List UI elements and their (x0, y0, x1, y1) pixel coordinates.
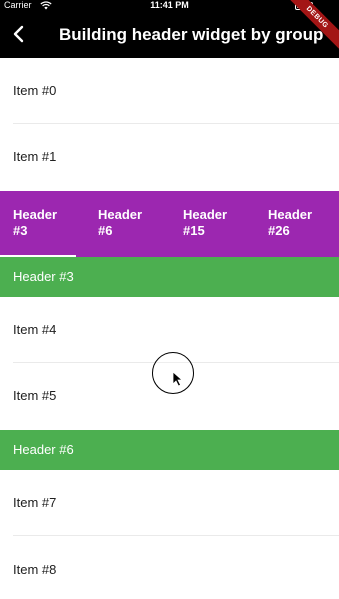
page-title: Building header widget by group (59, 25, 324, 44)
tab-label: Header #26 (268, 207, 313, 238)
tab-header-26[interactable]: Header #26 (255, 191, 333, 257)
list-item[interactable]: Item #7 (0, 470, 339, 536)
divider (13, 535, 339, 536)
list-item-label: Item #0 (13, 83, 57, 98)
debug-banner-container: DEBUG (289, 0, 339, 50)
list-item-label: Item #5 (13, 388, 57, 403)
list-item-label: Item #7 (13, 495, 57, 510)
list-item[interactable]: Item #8 (0, 537, 339, 599)
debug-banner: DEBUG (289, 0, 339, 50)
group-header-label: Header #6 (13, 442, 74, 457)
tab-header-6[interactable]: Header #6 (85, 191, 163, 257)
tab-header-15[interactable]: Header #15 (170, 191, 248, 257)
group-header-label: Header #3 (13, 269, 74, 284)
tab-label: Header #3 (13, 207, 58, 238)
list-item[interactable]: Item #1 (0, 124, 339, 190)
tab-label: Header #6 (98, 207, 143, 238)
back-arrow-icon[interactable] (8, 23, 30, 45)
list-item[interactable]: Item #0 (0, 58, 339, 124)
group-header: Header #3 (0, 257, 339, 297)
tab-label: Header #15 (183, 207, 228, 238)
list-item-label: Item #4 (13, 322, 57, 337)
header-tab-bar: Header #3 Header #6 Header #15 Header #2… (0, 191, 339, 257)
cursor-arrow-icon (172, 371, 184, 387)
group-header: Header #6 (0, 430, 339, 470)
list-item-label: Item #1 (13, 149, 57, 164)
tab-header-3[interactable]: Header #3 (0, 191, 78, 257)
list-item-label: Item #8 (13, 562, 57, 577)
